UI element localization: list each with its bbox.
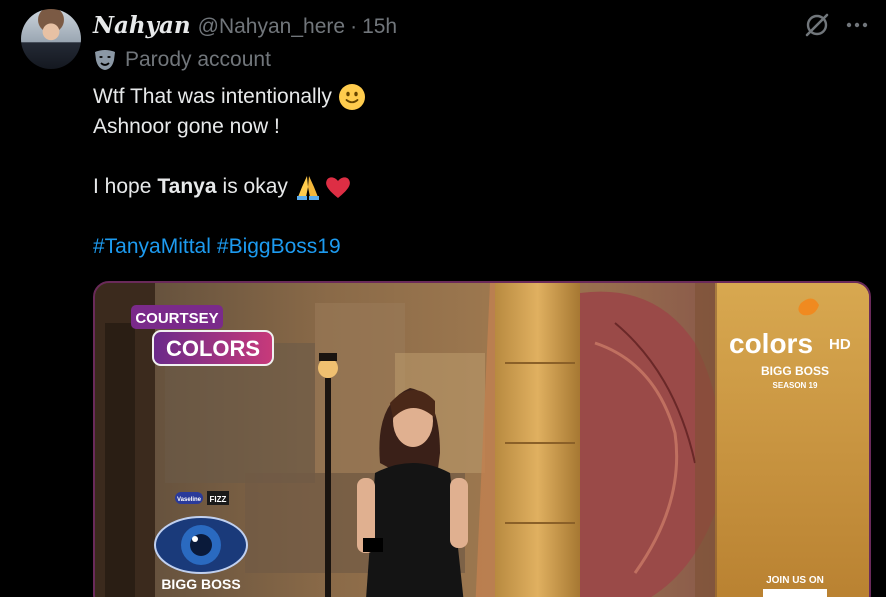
display-name[interactable]: Nahyan xyxy=(93,12,191,39)
hashtag-link[interactable]: #TanyaMittal xyxy=(93,232,211,262)
post-media[interactable]: COURTSEY COLORS colors HD BIGG BOSS SEAS… xyxy=(93,281,871,597)
parody-label: Parody account xyxy=(125,48,271,71)
parody-badge: Parody account xyxy=(93,48,271,72)
season-label: SEASON 19 xyxy=(773,381,818,390)
red-heart-icon xyxy=(326,177,350,198)
channel-hd: HD xyxy=(829,336,851,353)
join-us-label: JOIN US ON xyxy=(766,575,824,586)
post-time[interactable]: 15h xyxy=(362,15,397,39)
sponsor-2: FIZZ xyxy=(210,495,227,504)
post-text: Wtf That was intentionally Ashnoor gone … xyxy=(93,82,366,262)
avatar[interactable] xyxy=(21,9,81,69)
separator: · xyxy=(350,15,358,38)
channel-logo: colors xyxy=(729,328,813,359)
text-line-1: Wtf That was intentionally xyxy=(93,85,332,108)
video-frame: COURTSEY COLORS colors HD BIGG BOSS SEAS… xyxy=(95,283,869,597)
text-line-3-bold: Tanya xyxy=(157,175,217,198)
show-title: BIGG BOSS xyxy=(761,364,829,378)
text-line-2: Ashnoor gone now ! xyxy=(93,115,280,138)
colors-label: COLORS xyxy=(166,336,260,361)
user-handle[interactable]: @Nahyan_here xyxy=(198,15,345,39)
slightly-smiling-face-icon xyxy=(338,84,365,110)
more-icon[interactable] xyxy=(842,12,872,38)
sponsor-1: Vaseline xyxy=(177,497,202,503)
grok-icon[interactable] xyxy=(803,11,831,39)
post-header: Nahyan @Nahyan_here · 15h xyxy=(93,12,397,39)
text-line-3-prefix: I hope xyxy=(93,175,152,198)
parody-mask-icon xyxy=(95,50,115,70)
text-line-3-suffix: is okay xyxy=(222,175,288,198)
courtsey-label: COURTSEY xyxy=(135,310,218,327)
bottom-logo: BIGG BOSS xyxy=(161,576,240,592)
folded-hands-icon xyxy=(296,176,319,200)
hashtag-link[interactable]: #BiggBoss19 xyxy=(217,232,341,262)
